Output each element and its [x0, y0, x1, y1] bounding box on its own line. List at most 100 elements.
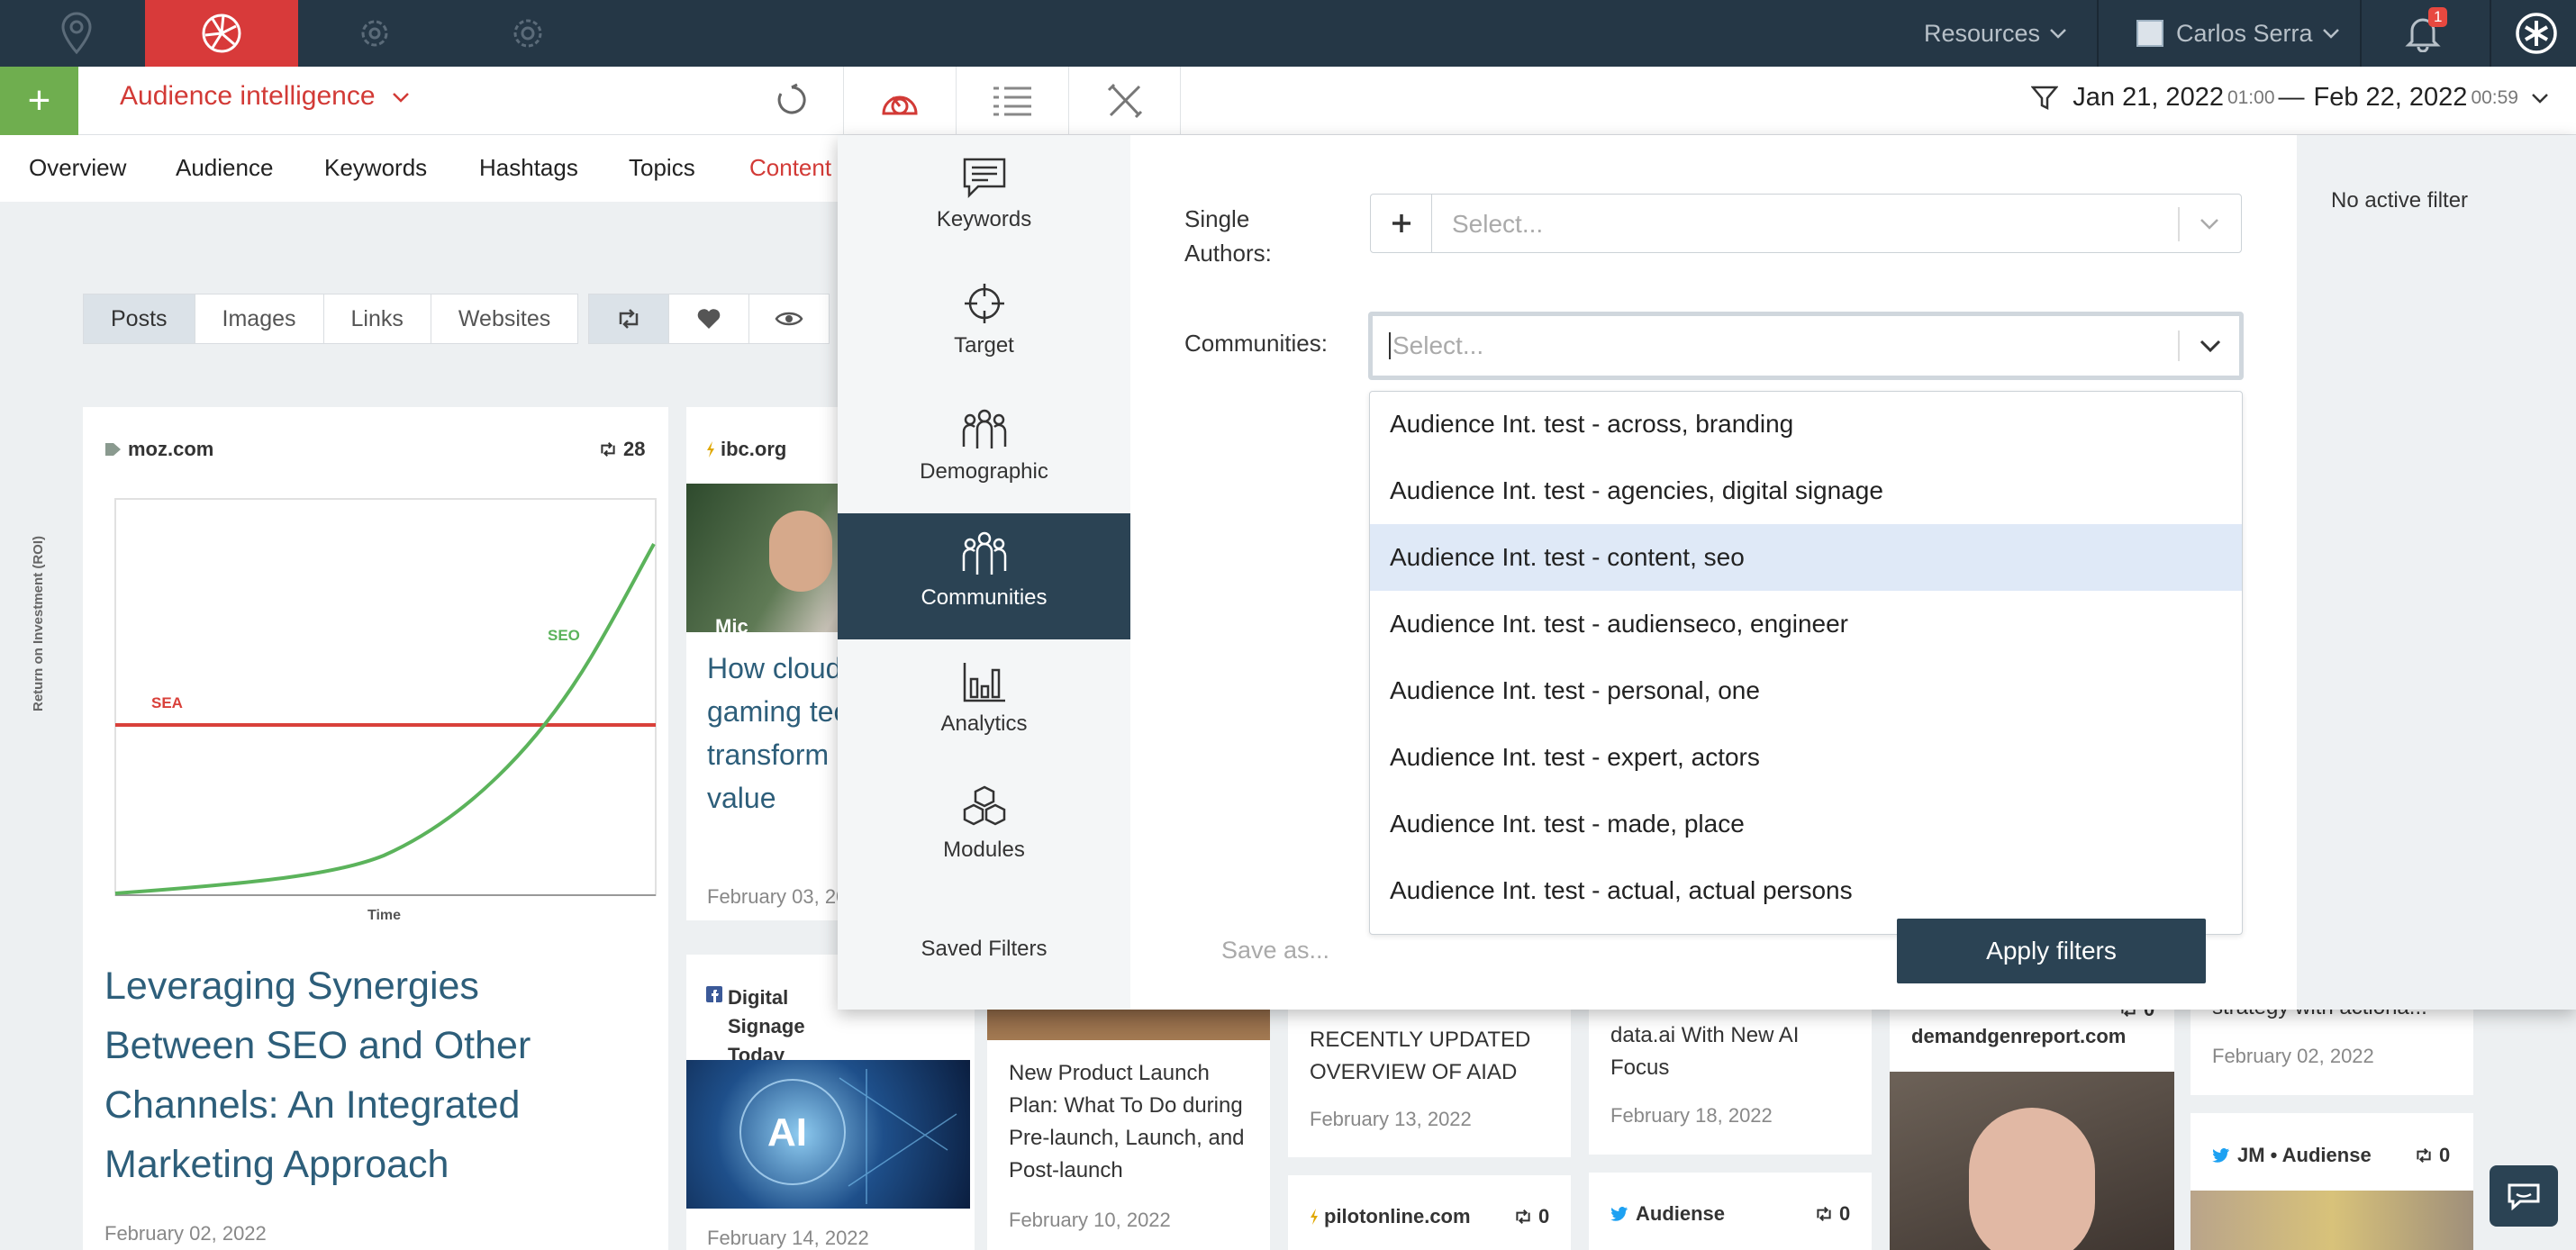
svg-text:AI: AI: [767, 1110, 807, 1155]
filter-category-label: Demographic: [920, 459, 1048, 484]
filter-category-modules[interactable]: Modules: [838, 765, 1130, 892]
tab-images[interactable]: Images: [195, 294, 324, 343]
tools-button[interactable]: [1068, 67, 1181, 135]
single-authors-label: Single Authors:: [1184, 205, 1272, 267]
list-view-button[interactable]: [956, 67, 1068, 135]
chat-button[interactable]: [2490, 1165, 2558, 1227]
single-authors-select[interactable]: Select...: [1370, 194, 2242, 253]
card-source-name: ibc.org: [721, 438, 787, 460]
communities-select[interactable]: Select...: [1368, 312, 2244, 380]
nav-item-audience[interactable]: Audience: [176, 154, 273, 182]
card-source-name: demandgenreport.com: [1911, 1025, 2127, 1047]
add-button[interactable]: +: [0, 67, 78, 135]
notification-badge: 1: [2428, 7, 2448, 27]
gear-icon[interactable]: [298, 0, 451, 67]
retweet-count: 0: [2439, 1144, 2451, 1166]
retweet-count: 0: [1538, 1205, 1550, 1227]
app-logo-icon[interactable]: [2513, 10, 2560, 57]
dashboard-gauge-button[interactable]: [843, 67, 956, 135]
resources-label: Resources: [1924, 19, 2041, 47]
section-selector[interactable]: Audience intelligence: [120, 81, 410, 112]
facebook-icon: [706, 986, 722, 1002]
nav-item-overview[interactable]: Overview: [29, 154, 126, 182]
sort-tabs: [588, 294, 830, 344]
filter-category-keywords[interactable]: Keywords: [838, 135, 1130, 261]
location-pin-icon[interactable]: [0, 0, 153, 67]
communities-option[interactable]: Audience Int. test - audienseco, enginee…: [1370, 591, 2242, 657]
communities-option[interactable]: Audience Int. test - expert, actors: [1370, 724, 2242, 791]
nav-item-hashtags[interactable]: Hashtags: [479, 154, 578, 182]
card-source-name: Audiense: [1636, 1202, 1726, 1225]
card-source-name: Digital Signage Today: [728, 986, 805, 1066]
chevron-down-icon[interactable]: [2200, 218, 2219, 231]
nav-item-keywords[interactable]: Keywords: [324, 154, 427, 182]
communities-option-highlighted[interactable]: Audience Int. test - content, seo: [1370, 524, 2242, 591]
retweet-count: 0: [1839, 1202, 1851, 1225]
aperture-icon[interactable]: [145, 0, 298, 67]
filter-category-demographic[interactable]: Demographic: [838, 387, 1130, 513]
person-photo: [1969, 1108, 2095, 1250]
card-source-name: moz.com: [128, 438, 214, 460]
chart-series-label-sea: SEA: [151, 694, 183, 711]
card-title[interactable]: data.ai With New AI Focus: [1610, 1019, 1854, 1084]
communities-option[interactable]: Audience Int. test - actual, actual pers…: [1370, 857, 2242, 924]
sort-likes-button[interactable]: [668, 294, 749, 344]
filter-category-analytics[interactable]: Analytics: [838, 639, 1130, 765]
card-image: [1890, 1072, 2174, 1250]
bell-icon[interactable]: 1: [2405, 7, 2448, 52]
refresh-icon[interactable]: [775, 83, 809, 117]
filter-category-label: Target: [954, 333, 1014, 358]
user-menu[interactable]: Carlos Serra: [2136, 0, 2340, 67]
date-end: Feb 22, 2022: [2313, 83, 2468, 112]
apply-filters-button[interactable]: Apply filters: [1897, 919, 2206, 983]
settings-gear-icon[interactable]: [451, 0, 604, 67]
chevron-down-icon[interactable]: [2200, 340, 2221, 352]
save-as-input[interactable]: Save as...: [1221, 937, 1329, 965]
nav-item-content[interactable]: Content: [749, 154, 831, 182]
card-date: February 13, 2022: [1310, 1108, 1472, 1130]
sort-views-button[interactable]: [748, 294, 830, 344]
communities-option[interactable]: Audience Int. test - across, branding: [1370, 391, 2242, 457]
filter-category-label: Analytics: [940, 711, 1028, 736]
card-title[interactable]: RECENTLY UPDATED OVERVIEW OF AIAD: [1310, 1024, 1562, 1089]
chart-y-label: Return on Investment (ROI): [31, 535, 46, 711]
filter-category-communities[interactable]: Communities: [838, 513, 1130, 639]
communities-option[interactable]: Audience Int. test - made, place: [1370, 791, 2242, 857]
active-filters-column: [2297, 135, 2576, 1010]
communities-option[interactable]: Audience Int. test - agencies, digital s…: [1370, 457, 2242, 524]
gauge-icon: [878, 83, 921, 119]
sort-retweets-button[interactable]: [588, 294, 669, 344]
resources-menu[interactable]: Resources: [1924, 0, 2067, 67]
card-date: February 18, 2022: [1610, 1104, 1773, 1127]
single-authors-placeholder: Select...: [1452, 210, 1544, 238]
card-source: ibc.org: [706, 438, 786, 461]
twitter-icon: [1610, 1207, 1628, 1221]
cubes-icon: [961, 785, 1008, 829]
saved-filters-link[interactable]: Saved Filters: [838, 937, 1130, 962]
card-date: February 14, 2022: [707, 1227, 869, 1249]
tab-links[interactable]: Links: [324, 294, 431, 343]
add-author-button[interactable]: [1371, 195, 1432, 252]
nav-item-topics[interactable]: Topics: [629, 154, 695, 182]
communities-option[interactable]: Audience Int. test - personal, one: [1370, 657, 2242, 724]
lightning-icon: [1310, 1209, 1319, 1225]
card-title[interactable]: Leveraging Synergies Between SEO and Oth…: [104, 956, 609, 1194]
chevron-down-icon: [2531, 93, 2549, 104]
tab-posts[interactable]: Posts: [84, 294, 195, 343]
card-source: JM • Audiense: [2212, 1144, 2372, 1167]
section-title: Audience intelligence: [120, 81, 376, 111]
card-image: [2191, 1191, 2473, 1250]
tag-icon: [104, 442, 122, 457]
card-retweet-count: 0: [1513, 1205, 1549, 1228]
card-date: February 10, 2022: [1009, 1209, 1171, 1231]
filter-category-label: Modules: [943, 838, 1025, 862]
date-range-picker[interactable]: Jan 21, 2022 01:00 — Feb 22, 2022 00:59: [2031, 83, 2549, 113]
retweet-icon: [2414, 1147, 2434, 1164]
time-end: 00:59: [2471, 86, 2518, 108]
card-source: Audiense: [1610, 1202, 1725, 1226]
filter-category-target[interactable]: Target: [838, 261, 1130, 387]
retweet-icon: [615, 308, 642, 330]
tab-websites[interactable]: Websites: [431, 294, 577, 343]
card-title[interactable]: New Product Launch Plan: What To Do duri…: [1009, 1057, 1261, 1187]
filter-category-label: Keywords: [936, 207, 1032, 231]
